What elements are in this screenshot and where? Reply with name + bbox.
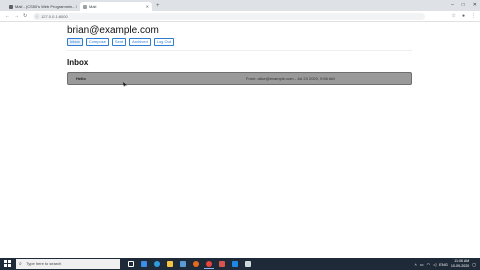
search-placeholder: Type here to search [26, 261, 62, 266]
battery-icon[interactable]: ▭ [420, 262, 424, 267]
browser-tab-strip: Mail - (CS50's Web Programmin... ✕ Mail … [0, 0, 480, 11]
terminal-icon[interactable] [243, 259, 253, 269]
minimize-button[interactable]: – [451, 1, 454, 9]
mail-app-icon[interactable] [139, 259, 149, 269]
file-explorer-icon[interactable] [165, 259, 175, 269]
menu-icon[interactable]: ⋮ [471, 12, 476, 21]
taskbar-apps [126, 259, 253, 269]
archived-button[interactable]: Archived [129, 38, 151, 46]
address-bar[interactable]: ⓘ 127.0.0.1:8000 [33, 13, 425, 20]
mail-nav: Inbox Compose Sent Archived Log Out [67, 38, 174, 46]
new-tab-button[interactable]: + [156, 2, 160, 10]
language-indicator[interactable]: ENG [439, 262, 448, 267]
wifi-icon[interactable]: ◠ [427, 262, 431, 267]
sent-button[interactable]: Sent [111, 38, 127, 46]
maximize-button[interactable]: □ [462, 1, 465, 9]
search-icon: ⌕ [19, 261, 22, 267]
edge-browser-icon[interactable] [152, 259, 162, 269]
address-text: 127.0.0.1:8000 [41, 14, 68, 19]
close-window-button[interactable]: ✕ [473, 1, 477, 9]
close-icon[interactable]: ✕ [146, 4, 149, 9]
gmail-favicon-icon [9, 4, 13, 9]
page-favicon-icon [83, 4, 87, 9]
notifications-icon[interactable]: ▢ [472, 262, 476, 267]
clock[interactable]: 11:06 AM 10-09-2020 [451, 259, 469, 269]
back-icon[interactable]: ← [5, 12, 10, 21]
volume-icon[interactable]: ◁ [433, 262, 436, 267]
email-sender: Hello [76, 76, 86, 81]
logout-button[interactable]: Log Out [153, 38, 174, 46]
clock-date: 10-09-2020 [450, 264, 470, 268]
browser-tab-title: Mail - (CS50's Web Programmin... [15, 4, 76, 9]
taskbar: ⌕ Type here to search ˄ ▭ ◠ ◁ ENG 11:06 … [0, 258, 480, 270]
forward-icon[interactable]: → [14, 12, 19, 21]
toolbar-actions: ☆ ● ⋮ [451, 12, 476, 21]
taskbar-search-input[interactable]: ⌕ Type here to search [16, 259, 120, 269]
media-player-icon[interactable] [217, 259, 227, 269]
system-tray: ˄ ▭ ◠ ◁ ENG 11:06 AM 10-09-2020 ▢ [414, 259, 476, 269]
windows-start-icon[interactable] [4, 260, 12, 268]
window-controls: – □ ✕ [451, 1, 477, 9]
firefox-icon[interactable] [191, 259, 201, 269]
email-meta: From: alice@example.com - Jul 23 2020, 9… [246, 76, 335, 81]
page-content: brian@example.com Inbox Compose Sent Arc… [0, 22, 480, 258]
inbox-button[interactable]: Inbox [67, 38, 83, 46]
browser-tab-2[interactable]: Mail ✕ [80, 2, 152, 11]
compose-button[interactable]: Compose [85, 38, 109, 46]
site-info-icon[interactable]: ⓘ [35, 13, 39, 20]
browser-tab-1[interactable]: Mail - (CS50's Web Programmin... ✕ [6, 2, 77, 11]
mailbox-title: Inbox [67, 58, 89, 67]
browser-tab-title: Mail [89, 4, 97, 9]
email-list-item[interactable]: Hello From: alice@example.com - Jul 23 2… [67, 72, 412, 85]
star-icon[interactable]: ☆ [451, 12, 455, 21]
chevron-up-icon[interactable]: ˄ [414, 262, 416, 267]
vscode-icon[interactable] [230, 259, 240, 269]
browser-toolbar: ← → ↻ ⓘ 127.0.0.1:8000 ☆ ● ⋮ [0, 11, 480, 22]
close-icon[interactable]: ✕ [75, 4, 77, 9]
divider [67, 50, 412, 51]
reload-icon[interactable]: ↻ [23, 12, 27, 21]
task-view-icon[interactable] [126, 259, 136, 269]
store-icon[interactable] [178, 259, 188, 269]
user-email-heading: brian@example.com [67, 25, 159, 36]
profile-icon[interactable]: ● [462, 12, 465, 21]
chrome-icon[interactable] [204, 259, 214, 269]
